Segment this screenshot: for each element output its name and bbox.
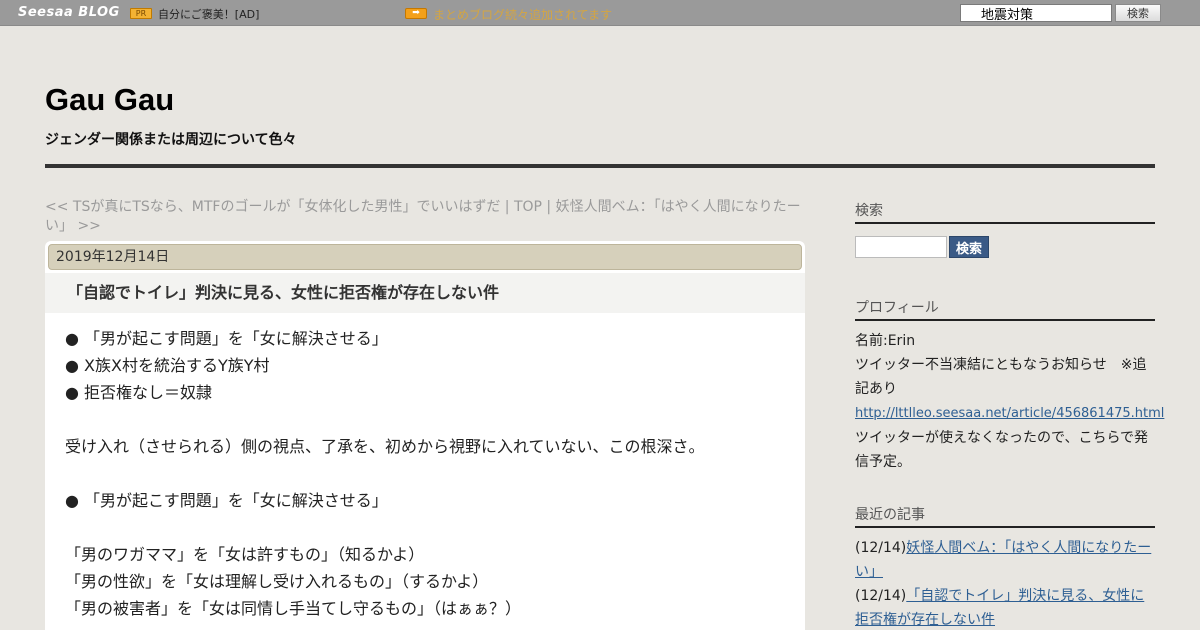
article-line [65, 514, 785, 541]
article-line: ● 拒否権なし＝奴隷 [65, 383, 213, 402]
blog-description: ジェンダー関係または周辺について色々 [45, 132, 297, 148]
article-date: 2019年12月14日 [48, 244, 802, 270]
profile-link[interactable]: http://lttlleo.seesaa.net/article/456861… [855, 406, 1164, 421]
article-nav: << TSが真にTSなら、MTFのゴールが「女体化した男性」でいいはずだ | T… [45, 198, 805, 236]
sidebar: 検索 検索 プロフィール 名前:Erin ツイッター不当凍結にともなうお知らせ … [855, 200, 1164, 630]
article-line: 「男の被害者」を「女は同情し手当てし守るもの」（はぁぁ？） [65, 599, 522, 618]
article-body: ● 「男が起こす問題」を「女に解決させる」 ● X族X村を統治するY族Y村 ● … [65, 325, 785, 622]
article: 2019年12月14日 「自認でトイレ」判決に見る、女性に拒否権が存在しない件 … [45, 241, 805, 630]
sidebar-search: 検索 [855, 235, 1155, 259]
profile-section: プロフィール 名前:Erin ツイッター不当凍結にともなうお知らせ ※追記あり … [855, 297, 1164, 474]
nav-separator: | [500, 199, 514, 215]
seesaa-logo[interactable]: Seesaa BLOG [18, 5, 120, 20]
list-item: (12/14)妖怪人間ベム：「はやく人間になりたーい」 [855, 536, 1155, 584]
header-divider [45, 164, 1155, 168]
article-line [65, 406, 785, 433]
article-line: 受け入れ（させられる）側の視点、了承を、初めから視野に入れていない、この根深さ。 [65, 437, 705, 456]
top-search-button[interactable]: 検索 [1115, 4, 1161, 22]
profile-content: 名前:Erin ツイッター不当凍結にともなうお知らせ ※追記あり http://… [855, 329, 1164, 474]
article-line: 「男の性欲」を「女は理解し受け入れるもの」（するかよ） [65, 572, 489, 591]
profile-notice: ツイッター不当凍結にともなうお知らせ ※追記あり [855, 357, 1147, 397]
pr-badge: PR [130, 8, 152, 19]
article-title[interactable]: 「自認でトイレ」判決に見る、女性に拒否権が存在しない件 [45, 273, 805, 313]
arrow-right-icon: ➡ [405, 8, 427, 19]
list-item: (12/14)「自認でトイレ」判決に見る、女性に拒否権が存在しない件 [855, 584, 1155, 630]
recent-heading: 最近の記事 [855, 504, 1155, 528]
blog-title[interactable]: Gau Gau [45, 82, 174, 118]
recent-date: (12/14) [855, 540, 907, 556]
article-line: ● 「男が起こす問題」を「女に解決させる」 [65, 491, 388, 510]
pr-ad-link[interactable]: 自分にご褒美！[AD] [158, 6, 259, 22]
sidebar-search-input[interactable] [855, 236, 947, 258]
article-line: ● X族X村を統治するY族Y村 [65, 356, 270, 375]
recent-section: 最近の記事 (12/14)妖怪人間ベム：「はやく人間になりたーい」 (12/14… [855, 504, 1155, 630]
recent-date: (12/14) [855, 588, 907, 604]
recent-list: (12/14)妖怪人間ベム：「はやく人間になりたーい」 (12/14)「自認でト… [855, 536, 1155, 630]
profile-note: ツイッターが使えなくなったので、こちらで発信予定。 [855, 430, 1149, 470]
profile-heading: プロフィール [855, 297, 1155, 321]
top-search-input[interactable] [960, 4, 1112, 22]
top-link[interactable]: TOP [514, 199, 542, 215]
top-bar: Seesaa BLOG PR 自分にご褒美！[AD] ➡ まとめブログ続々追加さ… [0, 0, 1200, 26]
article-line: 「男のワガママ」を「女は許すもの」（知るかよ） [65, 545, 425, 564]
article-line [65, 460, 785, 487]
nav-separator: | [541, 199, 556, 215]
notice-link[interactable]: まとめブログ続々追加されてます [433, 6, 612, 23]
article-line: ● 「男が起こす問題」を「女に解決させる」 [65, 329, 388, 348]
prev-article-link[interactable]: << TSが真にTSなら、MTFのゴールが「女体化した男性」でいいはずだ [45, 199, 500, 215]
search-heading: 検索 [855, 200, 1155, 224]
profile-name: 名前:Erin [855, 333, 916, 349]
sidebar-search-button[interactable]: 検索 [949, 236, 989, 258]
